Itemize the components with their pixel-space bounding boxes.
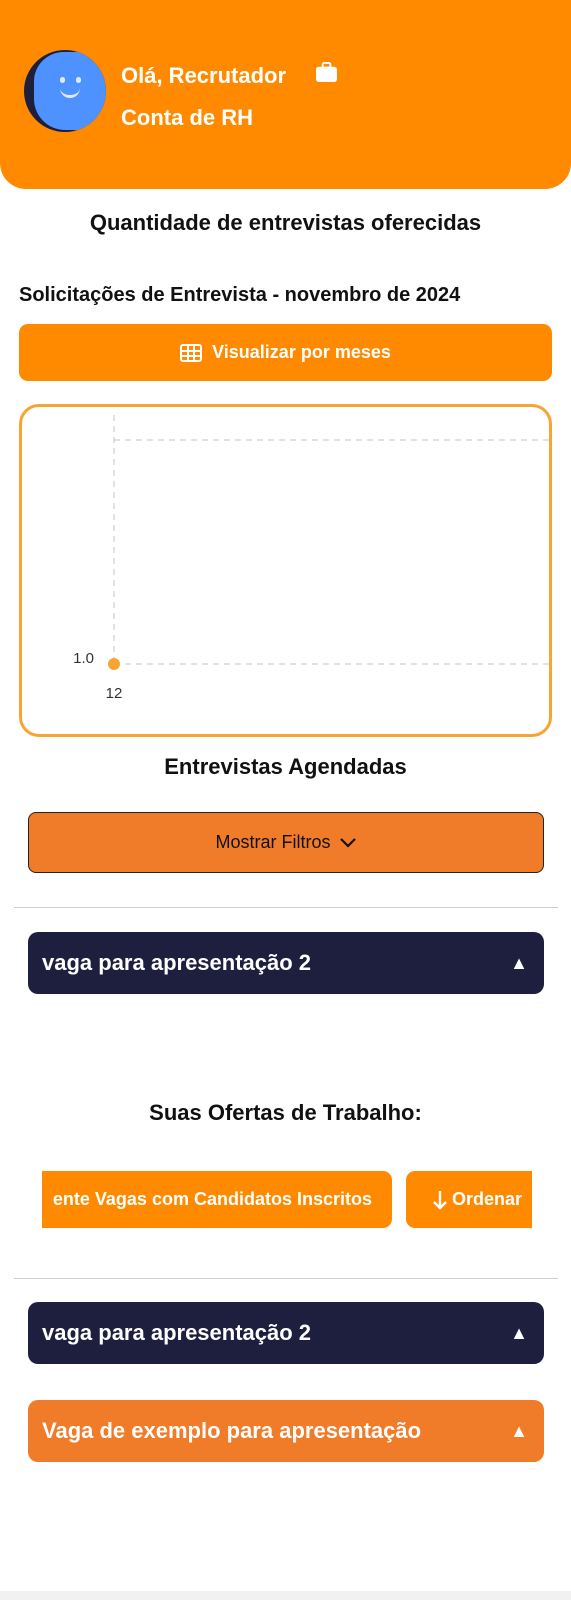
avatar[interactable] [24, 50, 106, 132]
collapse-arrow-icon: ▲ [510, 1322, 528, 1343]
x-tick-label: 12 [106, 685, 123, 702]
chart-svg: 1.0 12 [73, 415, 549, 702]
chart-subtitle: Solicitações de Entrevista - novembro de… [19, 284, 461, 306]
show-filters-button[interactable]: Mostrar Filtros [28, 812, 544, 873]
grid-icon [180, 343, 203, 362]
avatar-face [34, 52, 106, 130]
collapse-arrow-icon: ▲ [510, 1420, 528, 1441]
scheduled-accordion-item[interactable]: vaga para apresentação 2 ▲ [28, 932, 544, 994]
job-offer-accordion-item[interactable]: Vaga de exemplo para apresentação ▲ [28, 1400, 544, 1462]
divider [14, 1278, 558, 1279]
section-title-interviews-offered: Quantidade de entrevistas oferecidas [89, 210, 482, 235]
accordion-title: Vaga de exemplo para apresentação [42, 1418, 422, 1443]
interviews-chart: 1.0 12 [19, 404, 552, 737]
view-by-month-button[interactable]: Visualizar por meses [19, 324, 552, 381]
filter-chip-with-candidates[interactable]: ente Vagas com Candidatos Inscritos [42, 1171, 392, 1228]
greeting-text: Olá, Recrutador [121, 63, 287, 88]
section-title-scheduled: Entrevistas Agendadas [164, 754, 407, 779]
chevron-down-icon [339, 837, 356, 848]
accordion-title: vaga para apresentação 2 [42, 1320, 312, 1345]
y-tick-label: 1.0 [73, 650, 94, 667]
view-by-month-label: Visualizar por meses [212, 342, 391, 362]
show-filters-label: Mostrar Filtros [215, 832, 331, 852]
divider [14, 907, 558, 908]
sort-label: Ordenar [452, 1189, 523, 1209]
arrow-down-icon [433, 1190, 447, 1210]
accordion-title: vaga para apresentação 2 [42, 950, 312, 975]
sort-button[interactable]: Ordenar [406, 1171, 532, 1228]
account-type-text: Conta de RH [121, 105, 253, 130]
job-offer-accordion-item[interactable]: vaga para apresentação 2 ▲ [28, 1302, 544, 1364]
offers-chip-row[interactable]: ente Vagas com Candidatos Inscritos Orde… [42, 1171, 532, 1230]
collapse-arrow-icon: ▲ [510, 952, 528, 973]
briefcase-icon [316, 62, 337, 83]
data-point[interactable] [108, 658, 120, 670]
system-nav-bar [0, 1591, 571, 1600]
section-title-job-offers: Suas Ofertas de Trabalho: [149, 1100, 422, 1125]
profile-header: Olá, Recrutador Conta de RH [0, 0, 571, 189]
